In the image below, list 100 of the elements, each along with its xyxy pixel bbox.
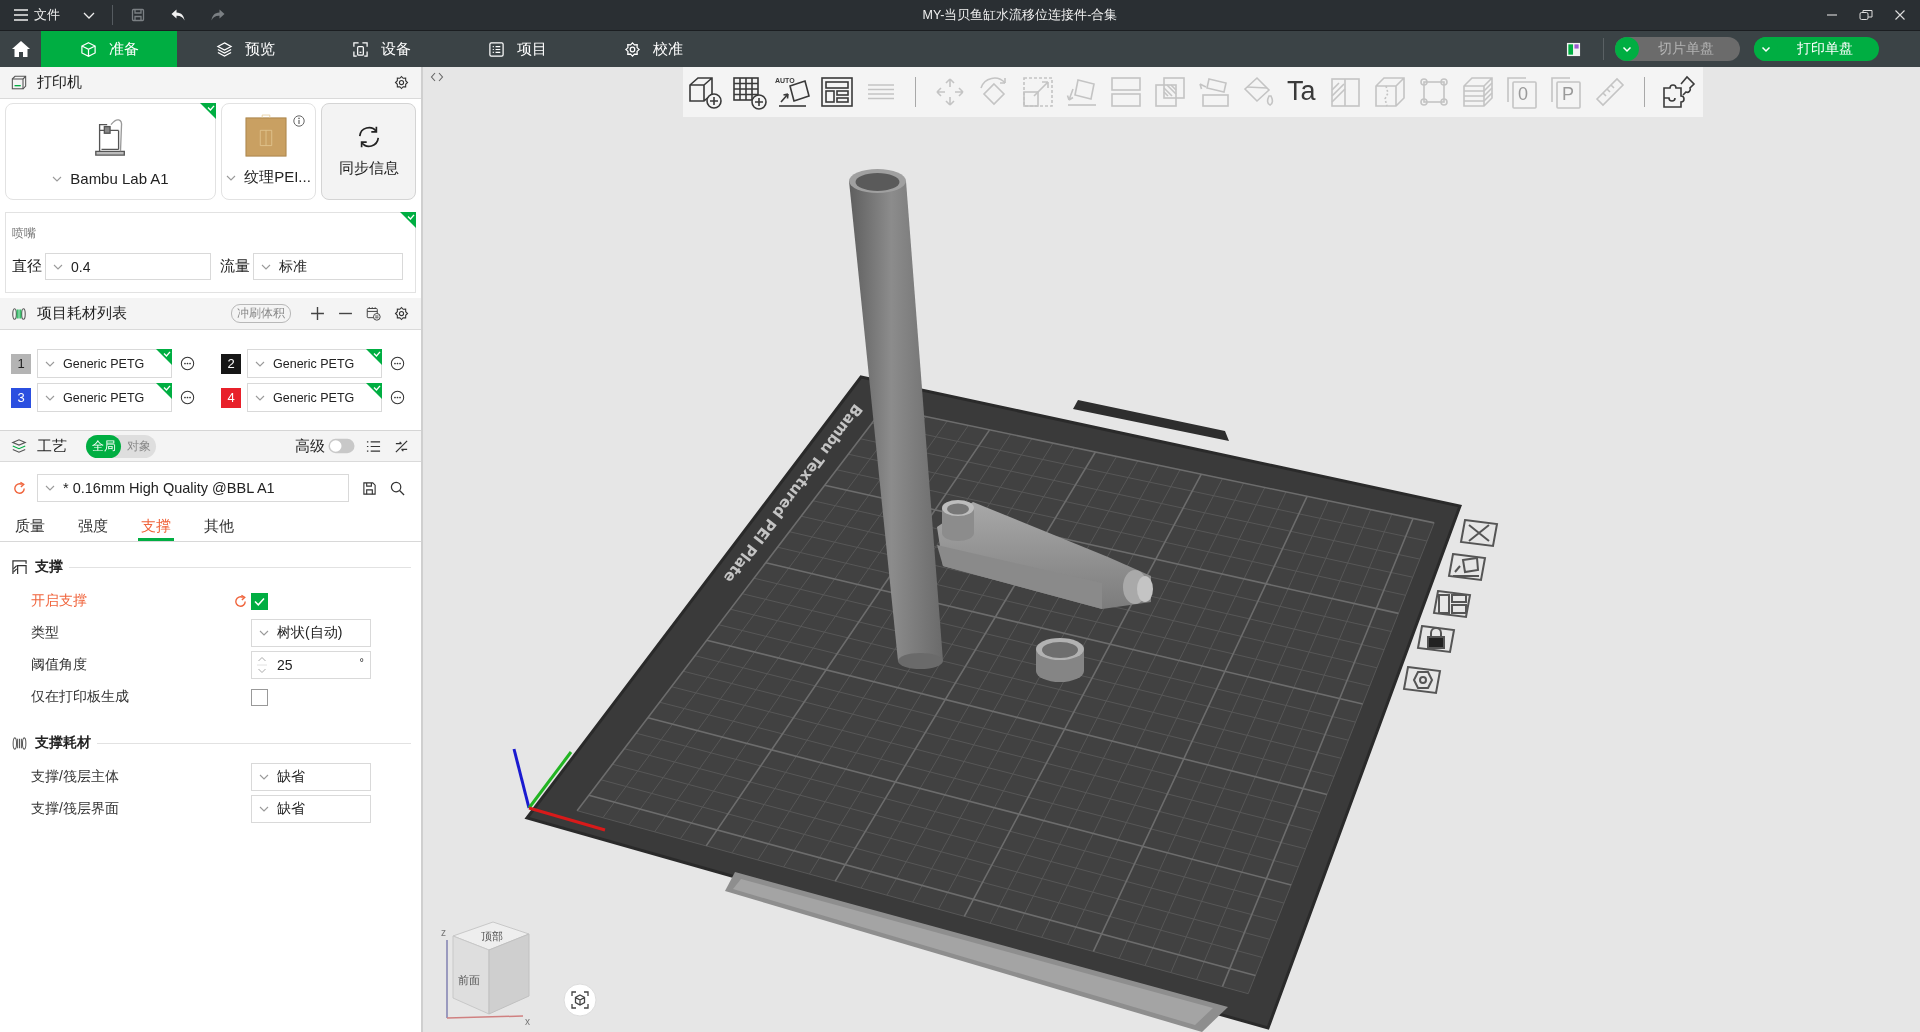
settings-tab[interactable]: 其他 [201, 515, 237, 541]
dropdown[interactable]: 树状(自动) [251, 619, 371, 647]
connector-model[interactable] [937, 500, 1153, 609]
puzzle-icon [1661, 74, 1697, 110]
plate-icon [244, 114, 287, 160]
save-icon[interactable] [362, 480, 377, 496]
x-mark-icon[interactable] [1459, 518, 1499, 548]
checkbox[interactable] [251, 592, 268, 610]
caret-icon [261, 263, 271, 270]
calendar-sync-icon[interactable] [366, 306, 381, 321]
option-label: 阈值角度 [31, 656, 87, 674]
reset-icon[interactable] [12, 480, 27, 496]
option-label: 支撑/筏层界面 [31, 800, 119, 818]
option-label: 类型 [31, 624, 59, 642]
dropdown[interactable]: 缺省 [251, 763, 371, 791]
cube-plus-icon [687, 74, 723, 110]
checkbox[interactable] [251, 688, 268, 706]
spool-icon [11, 305, 27, 322]
caret-icon [45, 485, 55, 491]
restore-icon[interactable] [1859, 9, 1873, 21]
view-cube[interactable]: 顶部 前面 z x [437, 910, 537, 1028]
hexagon-icon[interactable] [1402, 665, 1442, 695]
filament-swatch[interactable]: 2 [221, 353, 241, 374]
spool-icon [12, 735, 27, 751]
focus-icon[interactable] [563, 983, 597, 1017]
grid-plus-icon [731, 74, 767, 110]
more-icon[interactable] [180, 356, 195, 371]
filament-dropdown[interactable]: Generic PETG [247, 349, 382, 378]
caret-icon [45, 360, 55, 367]
close-icon[interactable] [1894, 9, 1906, 21]
collapse-icon[interactable] [430, 71, 444, 83]
caret-icon [226, 174, 237, 181]
split-squares-icon [1108, 74, 1144, 110]
filament-swatch[interactable]: 1 [11, 353, 31, 374]
filament-swatch[interactable]: 4 [221, 387, 241, 408]
main-tab[interactable]: 预览 [177, 31, 313, 67]
sync-button[interactable]: 同步信息 [321, 103, 416, 200]
caret-icon [259, 630, 269, 636]
layers-icon [215, 40, 233, 58]
cube-face-label: 顶部 [481, 930, 503, 942]
group-title: 支撑耗材 [35, 734, 91, 752]
caret-icon [259, 806, 269, 812]
toggle-label: 高级 [295, 436, 325, 456]
home-icon[interactable] [10, 40, 31, 58]
more-icon[interactable] [180, 390, 195, 405]
cube-face-label: 前面 [458, 974, 480, 986]
plate-selector[interactable]: 纹理PEI... [221, 103, 316, 200]
file-menu-button[interactable]: 文件 [13, 3, 95, 27]
menu-icon [13, 8, 29, 22]
settings-icon[interactable] [394, 75, 409, 90]
stacked-pages-icon [1504, 74, 1540, 110]
toolbar-button[interactable] [731, 74, 767, 110]
settings-tab[interactable]: 强度 [75, 515, 111, 541]
dropdown[interactable]: 标准 [253, 253, 403, 280]
search-icon[interactable] [390, 480, 405, 496]
device-frame-icon [351, 40, 369, 58]
group-title: 支撑 [35, 558, 63, 576]
caret-icon [259, 774, 269, 780]
preset-dropdown[interactable]: * 0.16mm High Quality @BBL A1 [37, 474, 349, 502]
option-label: 仅在打印板生成 [31, 688, 129, 706]
cube-icon [79, 40, 97, 58]
scale-icon [1020, 74, 1056, 110]
hatched-square-icon [12, 559, 27, 575]
printer-selector[interactable]: Bambu Lab A1 [5, 103, 216, 200]
toolbar-button[interactable] [1661, 74, 1697, 110]
filament-dropdown[interactable]: Generic PETG [37, 349, 172, 378]
lock-icon[interactable] [1416, 624, 1456, 654]
number-field[interactable]: 25 ° [251, 651, 371, 679]
toolbar-button[interactable] [687, 74, 723, 110]
build-plate[interactable] [524, 375, 1462, 1032]
layers-icon [11, 438, 27, 454]
info-icon[interactable] [293, 115, 305, 127]
plus-icon[interactable] [310, 306, 325, 321]
settings-icon[interactable] [394, 306, 409, 321]
section-title: 工艺 [37, 436, 67, 456]
axis-label: z [441, 927, 446, 938]
filament-dropdown[interactable]: Generic PETG [247, 383, 382, 412]
toolbar-button[interactable] [819, 74, 855, 110]
diagonal-arrows-icon[interactable] [394, 438, 409, 454]
ring-model[interactable] [1036, 638, 1084, 682]
more-icon[interactable] [390, 390, 405, 405]
dropdown[interactable]: 缺省 [251, 795, 371, 823]
more-icon[interactable] [390, 356, 405, 371]
dropdown[interactable]: 0.4 [45, 253, 211, 280]
toolbar-button[interactable]: Ta [1284, 74, 1320, 110]
split-view-icon[interactable] [1566, 41, 1581, 57]
gear-icon [623, 40, 641, 58]
list-icon[interactable] [366, 438, 381, 454]
reset-icon[interactable] [233, 593, 248, 609]
filament-swatch[interactable]: 3 [11, 387, 31, 408]
filament-dropdown[interactable]: Generic PETG [37, 383, 172, 412]
toggle-switch[interactable] [328, 438, 355, 454]
field-label: 流量 [220, 257, 250, 276]
window-title: MY-当贝鱼缸水流移位连接件-合集 [922, 6, 1118, 24]
layout-icon[interactable] [1432, 589, 1472, 619]
settings-tab[interactable]: 质量 [12, 515, 48, 541]
caret-icon [53, 263, 63, 270]
main-tab[interactable]: 项目 [449, 31, 585, 67]
main-tab[interactable]: 设备 [313, 31, 449, 67]
main-tab[interactable]: 校准 [585, 31, 721, 67]
